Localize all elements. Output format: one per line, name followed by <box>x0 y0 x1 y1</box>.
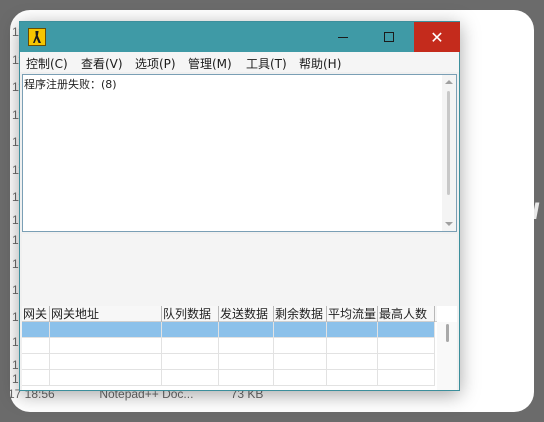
table-cell <box>22 338 50 354</box>
close-icon: ✕ <box>430 27 444 47</box>
table-row[interactable] <box>22 338 435 354</box>
table-cell <box>219 338 274 354</box>
minimize-icon <box>338 36 348 38</box>
table-cell <box>327 338 378 354</box>
table-scrollbar[interactable] <box>437 322 457 390</box>
column-header-average-traffic[interactable]: 平均流量 <box>327 306 378 322</box>
table-cell <box>50 322 162 338</box>
table-cell <box>22 354 50 370</box>
status-panel <box>22 234 457 306</box>
log-text-area[interactable]: 程序注册失败：(8) <box>22 74 457 232</box>
app-icon <box>28 28 46 46</box>
menu-manage[interactable]: 管理(M) <box>188 55 232 72</box>
table-row[interactable] <box>22 354 435 370</box>
log-scrollbar[interactable] <box>442 75 456 231</box>
table-scroll-thumb[interactable] <box>446 324 449 342</box>
table-cell <box>22 370 50 386</box>
menu-options[interactable]: 选项(P) <box>135 55 176 72</box>
table-cell <box>274 322 327 338</box>
table-cell <box>22 322 50 338</box>
scroll-up-icon[interactable] <box>445 80 453 84</box>
table-cell <box>274 354 327 370</box>
table-cell <box>162 322 219 338</box>
table-cell <box>378 354 435 370</box>
app-window: ✕ 控制(C) 查看(V) 选项(P) 管理(M) 工具(T) 帮助(H) 程序… <box>19 21 460 391</box>
table-cell <box>50 338 162 354</box>
column-header-sent-data[interactable]: 发送数据 <box>219 306 274 322</box>
table-cell <box>378 322 435 338</box>
table-cell <box>219 354 274 370</box>
column-header-max-users[interactable]: 最高人数 <box>378 306 435 322</box>
menu-bar: 控制(C) 查看(V) 选项(P) 管理(M) 工具(T) 帮助(H) <box>20 52 459 72</box>
table-header: 网关 网关地址 队列数据 发送数据 剩余数据 平均流量 最高人数 <box>22 306 437 322</box>
table-cell <box>50 370 162 386</box>
table-cell <box>378 338 435 354</box>
menu-tools[interactable]: 工具(T) <box>246 55 287 72</box>
table-cell <box>378 370 435 386</box>
gateway-table: 网关 网关地址 队列数据 发送数据 剩余数据 平均流量 最高人数 <box>22 306 457 390</box>
table-cell <box>274 370 327 386</box>
log-message: 程序注册失败：(8) <box>24 78 117 91</box>
column-header-queue-data[interactable]: 队列数据 <box>162 306 219 322</box>
menu-view[interactable]: 查看(V) <box>81 55 123 72</box>
maximize-button[interactable] <box>366 22 412 52</box>
table-cell <box>274 338 327 354</box>
close-button[interactable]: ✕ <box>414 22 460 52</box>
table-cell <box>219 322 274 338</box>
table-cell <box>162 338 219 354</box>
maximize-icon <box>384 32 394 42</box>
scroll-thumb[interactable] <box>447 91 450 195</box>
table-cell <box>327 322 378 338</box>
column-header-gateway-address[interactable]: 网关地址 <box>50 306 162 322</box>
scroll-down-icon[interactable] <box>445 222 453 226</box>
table-cell <box>162 354 219 370</box>
column-header-remaining-data[interactable]: 剩余数据 <box>274 306 327 322</box>
menu-control[interactable]: 控制(C) <box>26 55 68 72</box>
table-row[interactable] <box>22 370 435 386</box>
menu-help[interactable]: 帮助(H) <box>299 55 341 72</box>
title-bar[interactable]: ✕ <box>20 22 460 52</box>
table-cell <box>219 370 274 386</box>
minimize-button[interactable] <box>320 22 366 52</box>
table-row[interactable] <box>22 322 435 338</box>
column-header-gateway[interactable]: 网关 <box>22 306 50 322</box>
table-cell <box>327 370 378 386</box>
table-cell <box>327 354 378 370</box>
table-cell <box>162 370 219 386</box>
table-cell <box>50 354 162 370</box>
